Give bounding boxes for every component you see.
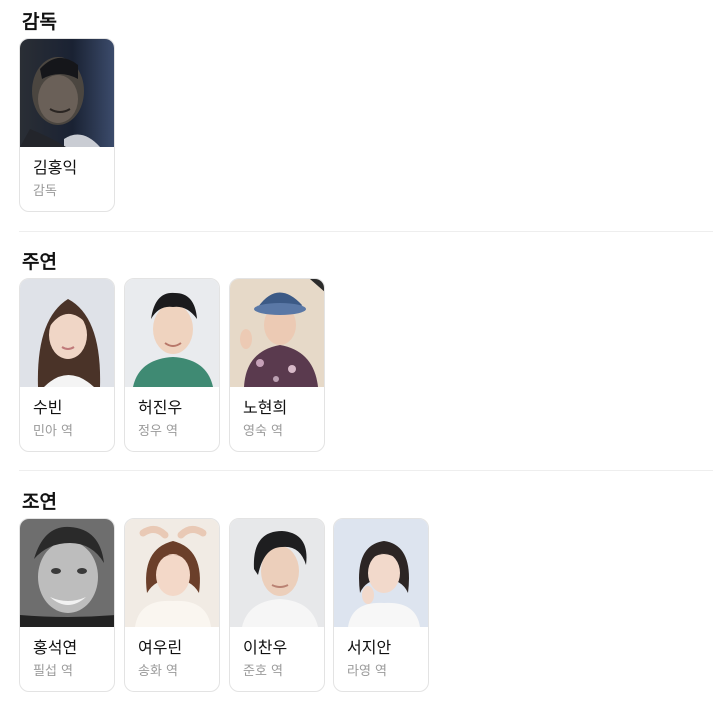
person-name: 노현희 [243, 398, 288, 417]
person-name: 여우린 [138, 638, 183, 657]
cast-card-list: 김홍익 감독 [19, 38, 713, 212]
cast-card[interactable]: 김홍익 감독 [19, 38, 115, 212]
cast-card[interactable]: 홍석연 필섭 역 [19, 518, 115, 692]
person-name: 서지안 [347, 638, 392, 657]
actor-portrait-photo [125, 279, 219, 387]
person-role: 정우 역 [138, 424, 179, 439]
person-name: 허진우 [138, 398, 183, 417]
actress-portrait-photo [334, 519, 428, 627]
section-divider [19, 470, 713, 471]
section-title: 주연 [22, 251, 57, 273]
person-name: 홍석연 [33, 638, 78, 657]
person-role: 라영 역 [347, 664, 388, 679]
person-role: 감독 [33, 184, 57, 199]
person-name: 수빈 [33, 398, 63, 417]
cast-card[interactable]: 이찬우 준호 역 [229, 518, 325, 692]
actress-portrait-photo [20, 279, 114, 387]
cast-card-list: 수빈 민아 역 허진우 정우 역 노현희 영숙 역 [19, 278, 713, 452]
section-title: 감독 [22, 11, 57, 33]
actress-hat-portrait-photo [230, 279, 324, 387]
section-title: 조연 [22, 491, 57, 513]
cast-card[interactable]: 여우린 송화 역 [124, 518, 220, 692]
cast-card[interactable]: 수빈 민아 역 [19, 278, 115, 452]
actor-portrait-photo [230, 519, 324, 627]
person-name: 이찬우 [243, 638, 288, 657]
person-role: 필섭 역 [33, 664, 74, 679]
actor-bw-portrait-photo [20, 519, 114, 627]
actress-portrait-photo [125, 519, 219, 627]
section-divider [19, 231, 713, 232]
person-role: 송화 역 [138, 664, 179, 679]
cast-card-list: 홍석연 필섭 역 여우린 송화 역 이찬우 준호 역 서지안 라영 역 [19, 518, 713, 692]
cast-card[interactable]: 허진우 정우 역 [124, 278, 220, 452]
person-name: 김홍익 [33, 158, 78, 177]
cast-card[interactable]: 노현희 영숙 역 [229, 278, 325, 452]
person-role: 민아 역 [33, 424, 74, 439]
cast-card[interactable]: 서지안 라영 역 [333, 518, 429, 692]
person-role: 준호 역 [243, 664, 284, 679]
person-role: 영숙 역 [243, 424, 284, 439]
director-portrait-photo [20, 39, 114, 147]
